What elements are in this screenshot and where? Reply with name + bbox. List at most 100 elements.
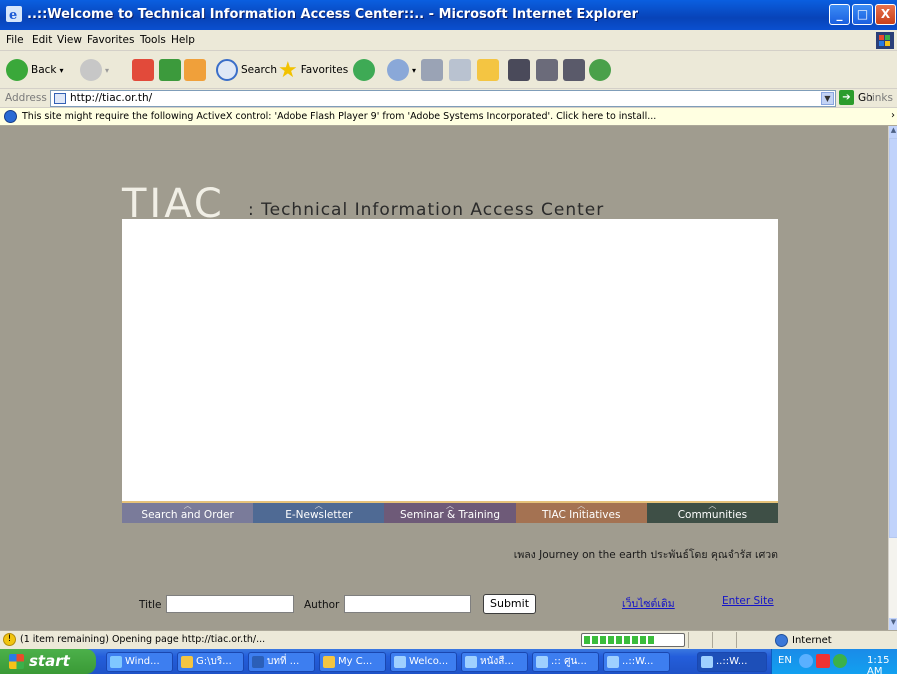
- task-item[interactable]: หนังสื...: [461, 652, 528, 672]
- task-item[interactable]: G:\บริ...: [177, 652, 244, 672]
- author-label: Author: [304, 599, 340, 611]
- research-icon: [536, 59, 558, 81]
- nav-label: Seminar & Training: [400, 509, 500, 521]
- infobar-message[interactable]: This site might require the following Ac…: [22, 111, 656, 122]
- forward-button[interactable]: ▾: [80, 56, 109, 84]
- title-input[interactable]: [166, 595, 294, 613]
- address-dropdown-icon[interactable]: ▼: [821, 92, 834, 105]
- windows-logo-icon: [876, 32, 894, 49]
- status-pane: [736, 632, 772, 648]
- home-button[interactable]: [184, 56, 206, 84]
- edit-icon: [449, 59, 471, 81]
- ie-icon: [536, 656, 548, 668]
- task-item-active[interactable]: ..::W...: [697, 652, 767, 672]
- task-item[interactable]: ..::W...: [603, 652, 670, 672]
- search-form: Title Author Submit เว็บไซต์เดิม Enter S…: [0, 594, 888, 616]
- vertical-scrollbar[interactable]: ▲ ▼: [888, 126, 897, 630]
- security-zone: Internet: [775, 634, 832, 647]
- maximize-button[interactable]: □: [852, 4, 873, 25]
- task-label: ..::W...: [716, 656, 748, 667]
- history-button[interactable]: [353, 56, 375, 84]
- refresh-button[interactable]: [159, 56, 181, 84]
- nav-search-and-order[interactable]: ︿ Search and Order: [122, 501, 254, 523]
- k-button[interactable]: [508, 56, 530, 84]
- page-icon: [54, 93, 66, 104]
- nav-label: E-Newsletter: [285, 509, 353, 521]
- task-item[interactable]: บทที่ ...: [248, 652, 315, 672]
- nav-tiac-initiatives[interactable]: ︿ TIAC Initiatives: [515, 501, 647, 523]
- task-item[interactable]: Welco...: [390, 652, 457, 672]
- edit-button[interactable]: [449, 56, 471, 84]
- scroll-up-icon[interactable]: ▲: [889, 126, 897, 138]
- start-button[interactable]: start: [0, 649, 96, 674]
- enter-site-link[interactable]: Enter Site: [722, 595, 774, 607]
- nav-seminar-training[interactable]: ︿ Seminar & Training: [384, 501, 516, 523]
- scroll-thumb[interactable]: [889, 138, 897, 538]
- print-button[interactable]: [421, 56, 443, 84]
- address-bar: Address http://tiac.or.th/ ▼ ➔ Go Links: [0, 89, 897, 108]
- author-input[interactable]: [344, 595, 471, 613]
- blog-button[interactable]: [563, 56, 585, 84]
- antivirus-icon[interactable]: [816, 654, 830, 668]
- mail-button[interactable]: ▾: [387, 56, 416, 84]
- warning-icon: !: [3, 633, 16, 646]
- close-button[interactable]: X: [875, 4, 896, 25]
- folder-button[interactable]: [477, 56, 499, 84]
- zone-label: Internet: [792, 635, 832, 646]
- status-pane: [712, 632, 736, 648]
- task-item[interactable]: Wind...: [106, 652, 173, 672]
- minimize-button[interactable]: _: [829, 4, 850, 25]
- favorites-button[interactable]: ★ Favorites: [278, 56, 348, 84]
- infobar-arrow-icon[interactable]: ›: [891, 110, 895, 121]
- task-label: My C...: [338, 656, 373, 667]
- back-dropdown-icon: ▾: [59, 65, 64, 75]
- task-label: Welco...: [409, 656, 449, 667]
- network-icon[interactable]: [799, 654, 813, 668]
- loading-progress: [581, 633, 685, 647]
- stop-button[interactable]: [132, 56, 154, 84]
- menu-help[interactable]: Help: [171, 34, 195, 46]
- scroll-down-icon[interactable]: ▼: [889, 618, 897, 630]
- svg-text:e: e: [9, 8, 17, 22]
- page-content: TIAC : Technical Information Access Cent…: [0, 126, 888, 630]
- menu-edit[interactable]: Edit: [32, 34, 52, 46]
- menu-view[interactable]: View: [57, 34, 82, 46]
- address-url[interactable]: http://tiac.or.th/: [70, 92, 152, 104]
- menu-file[interactable]: File: [6, 34, 24, 46]
- ie-icon: e: [6, 6, 22, 22]
- search-label: Search: [241, 64, 278, 76]
- nav-label: TIAC Initiatives: [541, 509, 621, 521]
- k-icon: [508, 59, 530, 81]
- folder-icon: [181, 656, 193, 668]
- app-icon: [110, 656, 122, 668]
- task-item[interactable]: My C...: [319, 652, 386, 672]
- menu-favorites[interactable]: Favorites: [87, 34, 134, 46]
- chevron-up-icon: ︿: [183, 501, 192, 510]
- globe-icon: [775, 634, 788, 647]
- status-pane: [688, 632, 712, 648]
- task-item[interactable]: .:: ศูน...: [532, 652, 599, 672]
- window-title: ..::Welcome to Technical Information Acc…: [27, 7, 639, 22]
- links-button[interactable]: Links: [866, 92, 893, 104]
- activex-infobar[interactable]: This site might require the following Ac…: [0, 108, 897, 126]
- search-button[interactable]: Search: [216, 56, 277, 84]
- chevron-up-icon: ︿: [446, 501, 454, 510]
- back-button[interactable]: Back ▾: [6, 56, 64, 84]
- taskbar: start Wind... G:\บริ... บทที่ ... My C..…: [0, 649, 897, 674]
- research-button[interactable]: [536, 56, 558, 84]
- ie-icon: [607, 656, 619, 668]
- go-arrow-icon: ➔: [839, 90, 854, 105]
- back-label: Back: [31, 64, 57, 76]
- address-input[interactable]: http://tiac.or.th/ ▼: [50, 90, 836, 107]
- favorites-label: Favorites: [300, 64, 349, 76]
- old-site-link[interactable]: เว็บไซต์เดิม: [622, 595, 675, 612]
- messenger-button[interactable]: [589, 56, 611, 84]
- nav-communities[interactable]: ︿ Communities: [646, 501, 779, 523]
- messenger-tray-icon[interactable]: [833, 654, 847, 668]
- window-titlebar[interactable]: e ..::Welcome to Technical Information A…: [0, 0, 897, 30]
- language-indicator[interactable]: EN: [778, 655, 792, 666]
- menu-tools[interactable]: Tools: [140, 34, 166, 46]
- submit-button[interactable]: Submit: [483, 594, 536, 614]
- ie-icon: [701, 656, 713, 668]
- nav-e-newsletter[interactable]: ︿ E-Newsletter: [253, 501, 385, 523]
